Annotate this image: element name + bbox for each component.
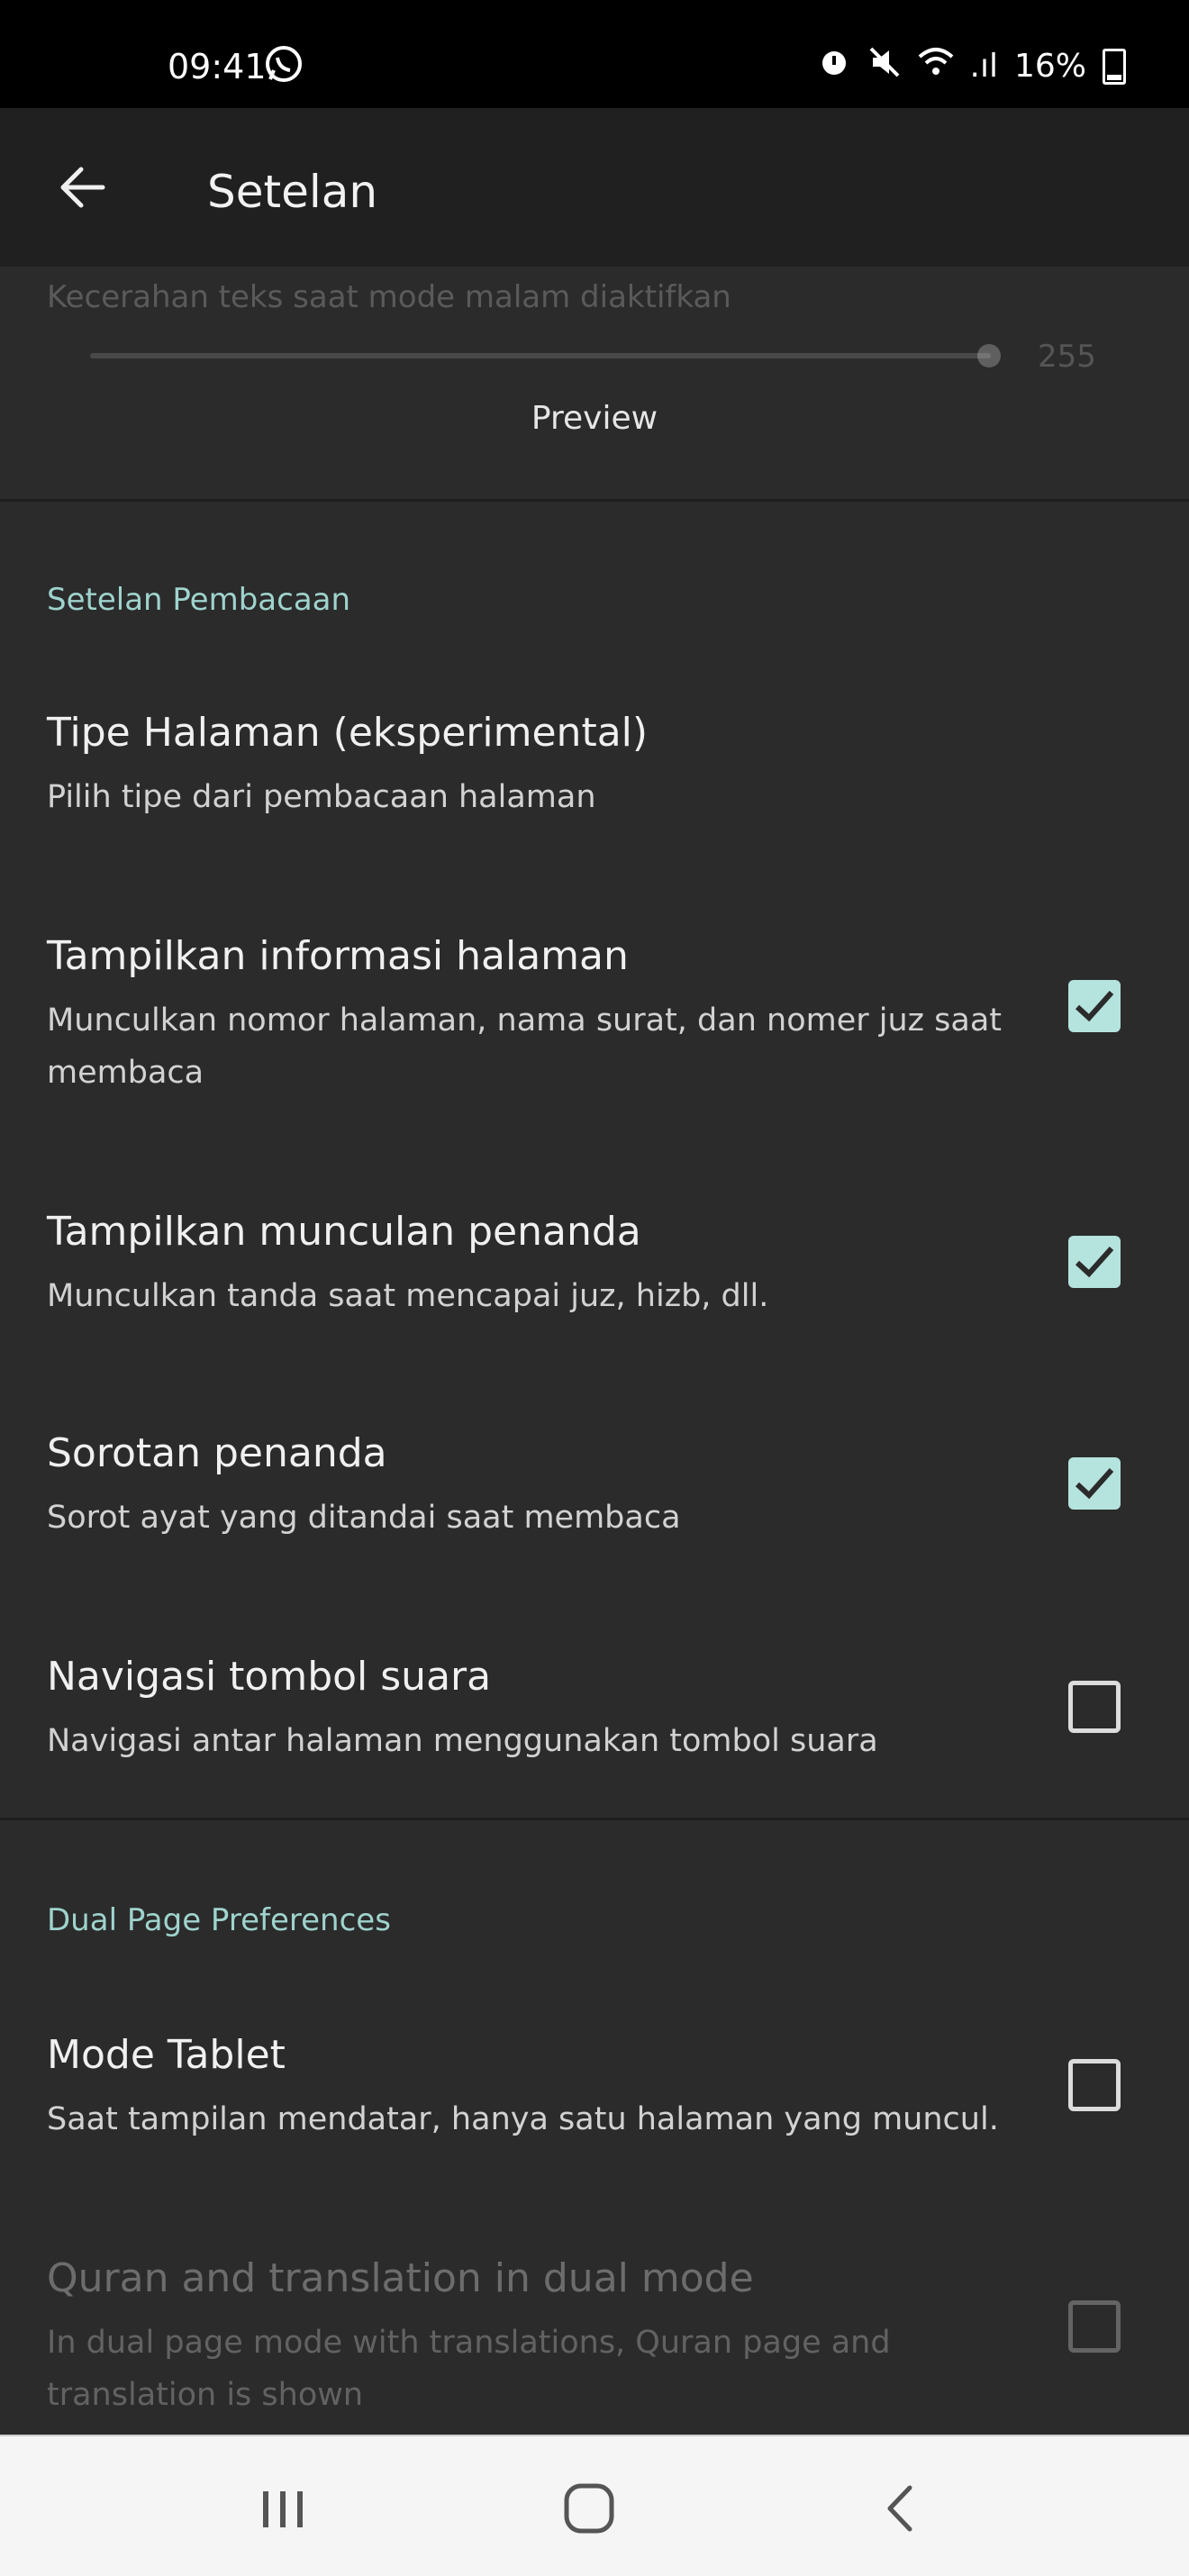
wifi-icon bbox=[918, 46, 954, 86]
checkbox-volume-nav[interactable] bbox=[1068, 1681, 1121, 1733]
pref-summary: Navigasi antar halaman menggunakan tombo… bbox=[47, 1723, 878, 1759]
divider bbox=[0, 499, 1189, 502]
battery-text: 16% bbox=[1013, 48, 1086, 85]
arrow-left-icon[interactable] bbox=[54, 159, 112, 216]
signal-icon: .ıl bbox=[969, 48, 998, 85]
battery-icon bbox=[1103, 48, 1126, 85]
divider bbox=[0, 1818, 1189, 1820]
brightness-label: Kecerahan teks saat mode malam diaktifka… bbox=[47, 279, 731, 315]
preview-button[interactable]: Preview bbox=[0, 400, 1189, 437]
pref-title: Navigasi tombol suara bbox=[47, 1654, 492, 1700]
app-bar: Setelan bbox=[0, 108, 1189, 267]
check-icon bbox=[1075, 1468, 1114, 1500]
pref-summary: Sorot ayat yang ditandai saat membaca bbox=[47, 1500, 681, 1536]
pref-summary: Saat tampilan mendatar, hanya satu halam… bbox=[47, 2101, 999, 2137]
pref-summary: In dual page mode with translations, Qur… bbox=[47, 2325, 891, 2413]
pref-summary: Munculkan tanda saat mencapai juz, hizb,… bbox=[47, 1278, 769, 1314]
home-icon[interactable] bbox=[553, 2477, 625, 2540]
check-icon bbox=[1075, 991, 1114, 1022]
alarm-icon bbox=[817, 45, 851, 87]
pref-title: Tampilkan informasi halaman bbox=[47, 933, 629, 979]
brightness-value: 255 bbox=[1038, 339, 1096, 375]
pref-title: Tipe Halaman (eksperimental) bbox=[47, 710, 649, 756]
checkbox-dual-translation bbox=[1068, 2300, 1121, 2353]
pref-title: Tampilkan munculan penanda bbox=[47, 1209, 641, 1255]
status-bar: 09:41 .ıl 16% bbox=[0, 0, 1189, 108]
mute-icon bbox=[867, 45, 902, 87]
status-icons: .ıl 16% bbox=[817, 45, 1126, 87]
whatsapp-icon bbox=[263, 43, 304, 88]
page-title: Setelan bbox=[207, 166, 378, 218]
section-header-reading: Setelan Pembacaan bbox=[47, 582, 351, 618]
pref-title: Sorotan penanda bbox=[47, 1430, 387, 1476]
nav-back-icon[interactable] bbox=[865, 2477, 937, 2540]
check-icon bbox=[1075, 1247, 1114, 1278]
pref-summary: Pilih tipe dari pembacaan halaman bbox=[47, 779, 596, 815]
pref-summary: Munculkan nomor halaman, nama surat, dan… bbox=[47, 1002, 1003, 1091]
section-header-dual: Dual Page Preferences bbox=[47, 1902, 391, 1938]
status-time: 09:41 bbox=[168, 47, 267, 86]
pref-title: Mode Tablet bbox=[47, 2032, 286, 2078]
checkbox-marker-highlight[interactable] bbox=[1068, 1457, 1121, 1510]
brightness-slider[interactable] bbox=[90, 353, 991, 358]
system-nav-bar bbox=[0, 2435, 1189, 2576]
pref-title: Quran and translation in dual mode bbox=[47, 2255, 754, 2301]
slider-thumb[interactable] bbox=[977, 344, 1001, 367]
checkbox-tablet-mode[interactable] bbox=[1068, 2059, 1121, 2111]
checkbox-marker-popup[interactable] bbox=[1068, 1236, 1121, 1288]
checkbox-page-info[interactable] bbox=[1068, 980, 1121, 1032]
recent-apps-icon[interactable] bbox=[247, 2477, 319, 2540]
